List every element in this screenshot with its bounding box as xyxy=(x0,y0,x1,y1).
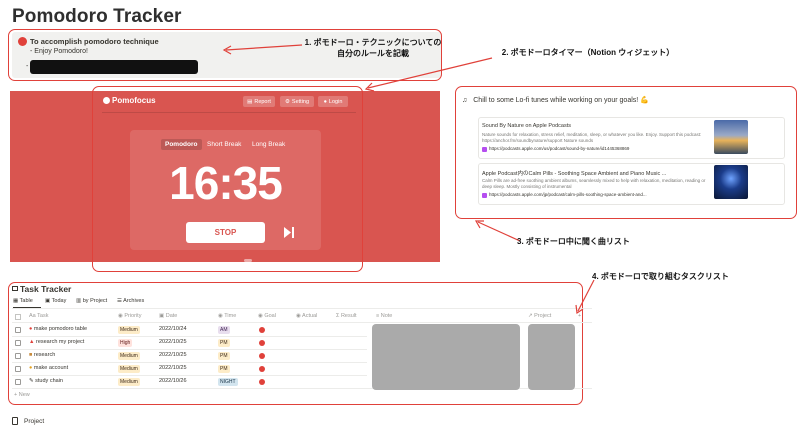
page-icon xyxy=(12,417,18,425)
annotation-arrow-4 xyxy=(575,279,595,315)
annotation-4: 4. ポモドーロで取り組むタスクリスト xyxy=(592,272,729,281)
project-link[interactable]: Project xyxy=(24,418,44,425)
